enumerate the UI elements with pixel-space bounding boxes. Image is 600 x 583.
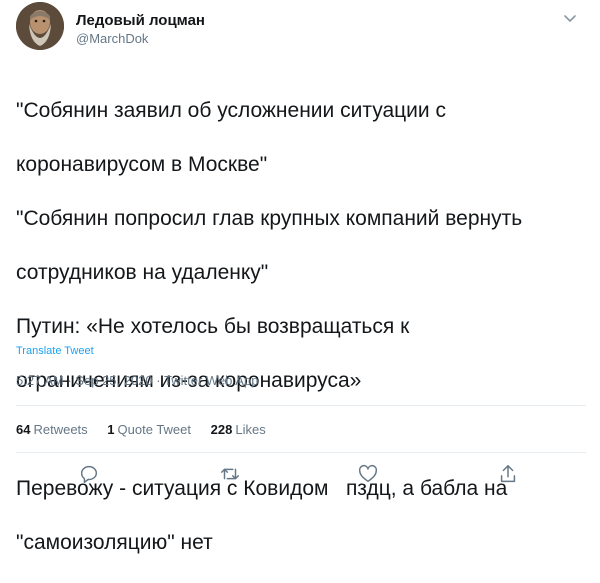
quotes-count: 1: [107, 422, 115, 437]
tweet-line: "Собянин заявил об усложнении ситуации с: [16, 99, 446, 122]
tweet-line: "Собянин попросил глав крупных компаний …: [16, 207, 523, 230]
author-handle[interactable]: @MarchDok: [76, 31, 148, 46]
share-icon[interactable]: [497, 463, 521, 487]
author-display-name[interactable]: Ледовый лоцман: [76, 12, 205, 29]
translate-tweet-link[interactable]: Translate Tweet: [16, 345, 94, 357]
tweet-actions: [0, 463, 600, 493]
divider: [16, 452, 586, 453]
quote-tweets-stat[interactable]: 1 Quote Tweet: [107, 422, 191, 437]
tweet-source[interactable]: Twitter Web App: [164, 373, 258, 388]
likes-count: 228: [210, 422, 233, 437]
tweet-line: коронавирусом в Москве": [16, 153, 268, 176]
retweets-count: 64: [16, 422, 31, 437]
retweet-icon[interactable]: [218, 463, 242, 487]
avatar[interactable]: [16, 2, 64, 50]
likes-stat[interactable]: 228 Likes: [211, 422, 266, 437]
quotes-label: Quote Tweet: [117, 422, 192, 437]
meta-separator: ·: [67, 373, 72, 388]
retweets-label: Retweets: [33, 422, 88, 437]
chevron-down-icon[interactable]: [562, 10, 578, 26]
tweet-line: сотрудников на удаленку": [16, 261, 269, 284]
tweet-date[interactable]: Sep 25, 2020: [75, 373, 152, 388]
meta-separator: ·: [156, 373, 161, 388]
heart-icon[interactable]: [357, 463, 381, 487]
tweet-line: "самоизоляцию" нет: [16, 531, 213, 554]
tweet-text: "Собянин заявил об усложнении ситуации с…: [16, 70, 586, 583]
tweet-meta: 5:27 AM · Sep 25, 2020 · Twitter Web App: [16, 373, 258, 388]
tweet-stats: 64 Retweets 1 Quote Tweet 228 Likes: [16, 422, 282, 437]
likes-label: Likes: [235, 422, 266, 437]
tweet-line: Путин: «Не хотелось бы возвращаться к: [16, 315, 410, 338]
divider: [16, 405, 586, 406]
avatar-image: [16, 2, 64, 50]
retweets-stat[interactable]: 64 Retweets: [16, 422, 88, 437]
tweet-time[interactable]: 5:27 AM: [16, 373, 64, 388]
reply-icon[interactable]: [78, 463, 102, 487]
